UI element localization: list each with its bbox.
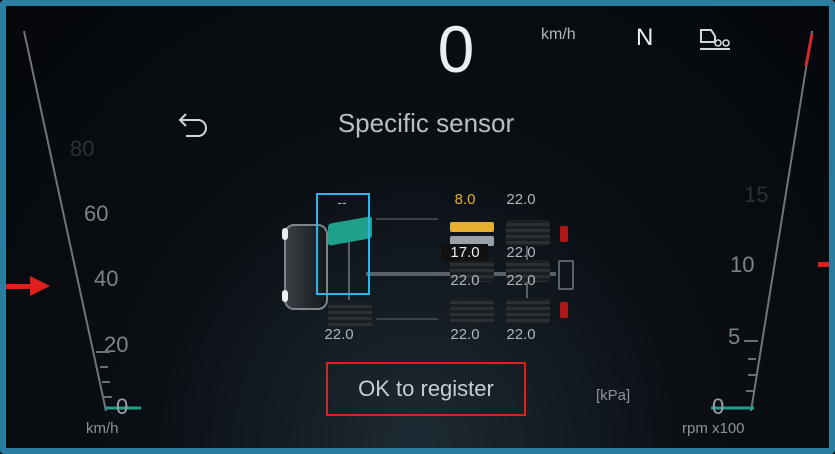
- headlight: [282, 290, 288, 302]
- rpm-tick: [748, 358, 756, 360]
- headlight: [282, 228, 288, 240]
- tyre-rear-1r[interactable]: [506, 220, 550, 246]
- pressure-row4-left: 22.0: [450, 326, 480, 343]
- ok-register-button[interactable]: OK to register: [328, 368, 524, 410]
- speed-unit: km/h: [541, 26, 576, 43]
- annotation-arrow-right: [818, 262, 829, 267]
- rpm-unit-label: rpm x100: [682, 420, 745, 437]
- rpm-scale-label: 0: [712, 394, 725, 419]
- pressure-unit-label: [kPa]: [596, 387, 631, 404]
- speed-tick: [104, 396, 112, 398]
- screen-title: Specific sensor: [337, 108, 515, 138]
- rpm-tick: [746, 390, 754, 392]
- annotation-arrow-left-head: [30, 276, 50, 296]
- pressure-row1-left: 8.0: [454, 191, 476, 208]
- rpm-tick: [748, 374, 756, 376]
- dashboard-screen: 80 60 40 20 0 km/h 15 10 5 0 rpm x100 0 …: [0, 0, 835, 454]
- rpm-tick: [744, 340, 758, 342]
- pressure-front-left: 22.0: [324, 326, 354, 343]
- axle-line: [376, 318, 438, 320]
- tail-light: [560, 302, 568, 318]
- back-arrow-icon[interactable]: [176, 106, 212, 140]
- axle-line: [376, 218, 438, 220]
- rpm-scale-label: 5: [728, 324, 741, 349]
- speed-scale-label: 40: [94, 266, 119, 291]
- rpm-scale-label: 15: [744, 182, 769, 207]
- speed-scale-label: 0: [116, 394, 129, 419]
- selected-sensor-value: --: [337, 194, 347, 210]
- pressure-row1-right: 22.0: [506, 191, 536, 208]
- speed-scale-label: 80: [70, 136, 95, 161]
- speed-unit-label: km/h: [86, 420, 119, 437]
- pressure-row4-right: 22.0: [506, 326, 536, 343]
- speed-tick: [96, 351, 110, 353]
- speed-readout: 0: [437, 12, 475, 86]
- rpm-scale-label: 10: [730, 252, 755, 277]
- speed-scale-label: 20: [104, 332, 129, 357]
- truck-trailer-icon: [700, 29, 730, 50]
- pressure-row2-right: 22.0: [506, 244, 536, 261]
- pressure-row3-right: 22.0: [506, 272, 536, 289]
- speed-tick: [100, 366, 108, 368]
- speed-scale-label: 60: [84, 201, 109, 226]
- tail-light: [560, 226, 568, 242]
- tyre-rear-3l[interactable]: [450, 298, 494, 324]
- annotation-arrow-left: [6, 284, 32, 289]
- tyre-front-right[interactable]: [328, 302, 372, 328]
- tyre-rear-3r[interactable]: [506, 298, 550, 324]
- pressure-row3-left: 22.0: [450, 272, 480, 289]
- pressure-row2-left: 17.0: [442, 244, 488, 261]
- tyre-rear-1l[interactable]: [450, 222, 494, 232]
- speed-tick: [102, 381, 110, 383]
- gear-indicator: N: [636, 24, 654, 51]
- rear-hitch: [558, 260, 574, 290]
